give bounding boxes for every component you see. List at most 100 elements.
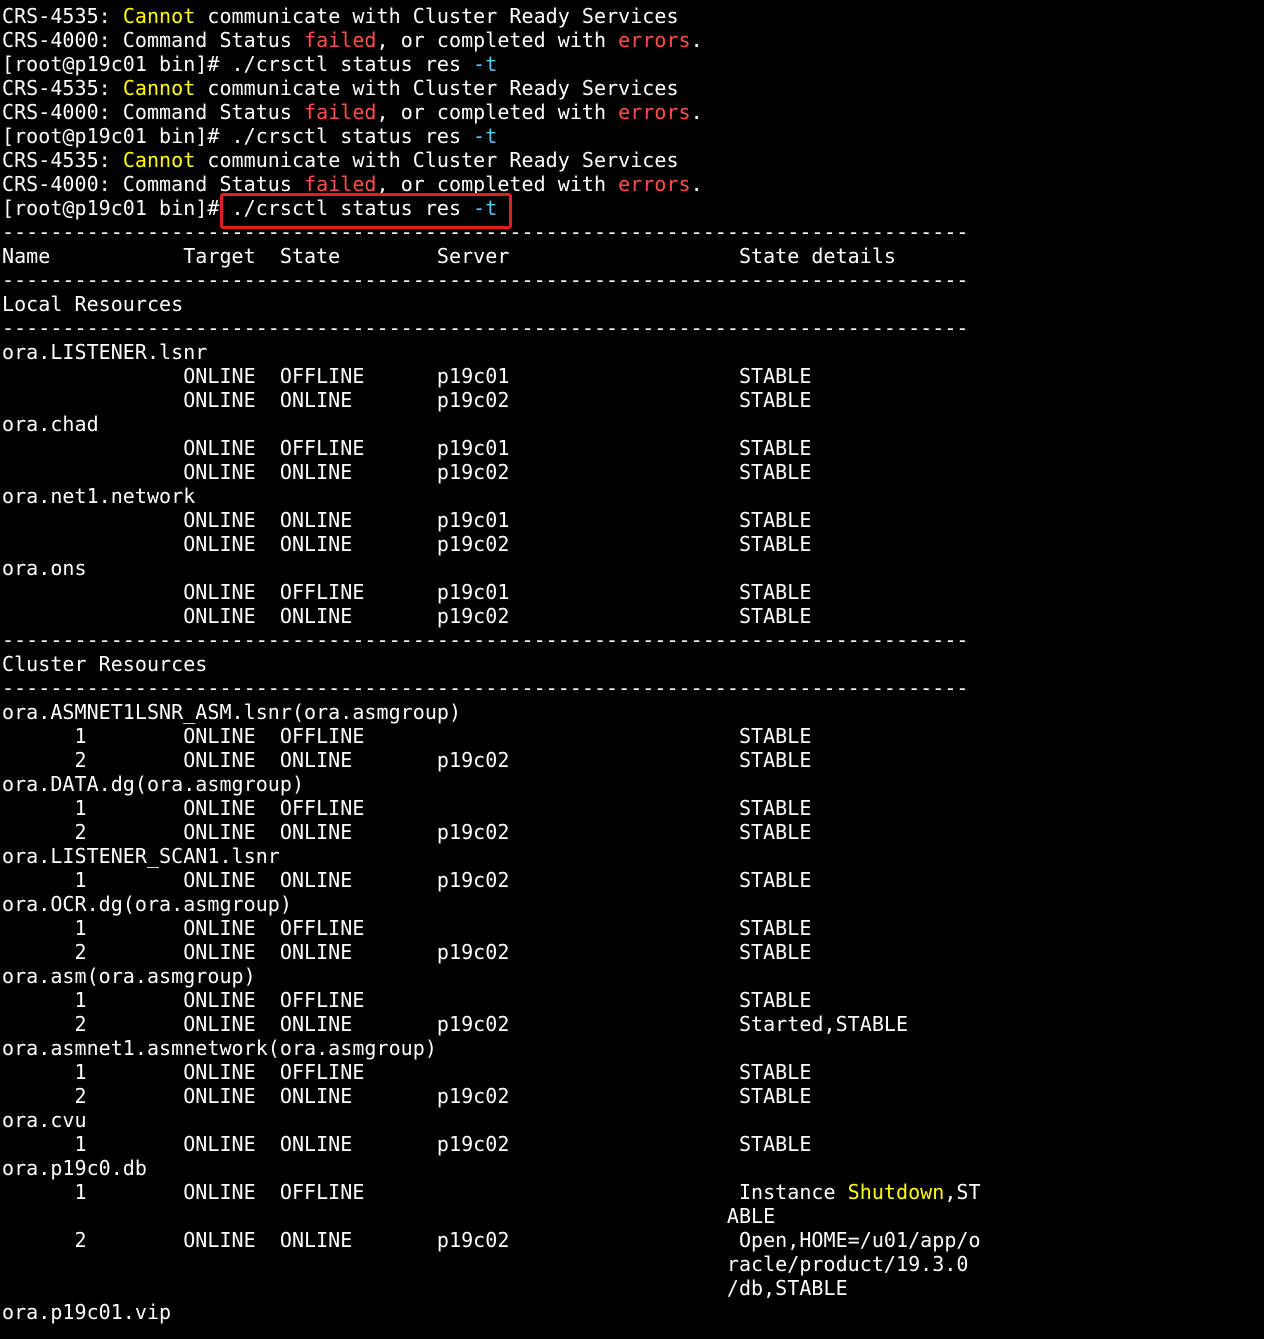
terminal-text-segment: ora.asm(ora.asmgroup)	[2, 964, 256, 988]
terminal-line: Name Target State Server State details	[2, 244, 1264, 268]
terminal-text-segment: errors	[618, 172, 691, 196]
terminal-text-segment: 2 ONLINE ONLINE p19c02 STABLE	[2, 940, 812, 964]
terminal-text-segment: failed	[304, 100, 377, 124]
terminal-text-segment: ora.LISTENER.lsnr	[2, 340, 208, 364]
terminal-text-segment: 2 ONLINE ONLINE p19c02 STABLE	[2, 748, 812, 772]
terminal-line: ora.ons	[2, 556, 1264, 580]
terminal-text-segment: ,ST	[944, 1180, 981, 1204]
terminal-line: 2 ONLINE ONLINE p19c02 Started,STABLE	[2, 1012, 1264, 1036]
terminal-line: 2 ONLINE ONLINE p19c02 STABLE	[2, 940, 1264, 964]
terminal-text-segment: ONLINE OFFLINE p19c01 STABLE	[2, 436, 812, 460]
terminal-line: 1 ONLINE OFFLINE STABLE	[2, 988, 1264, 1012]
terminal-line: /db,STABLE	[2, 1276, 1264, 1300]
terminal-line: 1 ONLINE ONLINE p19c02 STABLE	[2, 868, 1264, 892]
terminal-text-segment: ONLINE ONLINE p19c02 STABLE	[2, 388, 812, 412]
terminal-line: 1 ONLINE OFFLINE STABLE	[2, 796, 1264, 820]
terminal-line: Cluster Resources	[2, 652, 1264, 676]
terminal-line: ONLINE ONLINE p19c02 STABLE	[2, 532, 1264, 556]
terminal-line: Local Resources	[2, 292, 1264, 316]
terminal-text-segment: ora.ons	[2, 556, 87, 580]
terminal-text-segment: ora.p19c01.vip	[2, 1300, 172, 1324]
terminal-text-segment: Cannot	[122, 4, 196, 28]
terminal-text-segment: ----------------------------------------…	[2, 676, 969, 700]
terminal-line: 1 ONLINE OFFLINE STABLE	[2, 1060, 1264, 1084]
terminal-text-segment: 2 ONLINE ONLINE p19c02 Open,HOME=/u01/ap…	[2, 1228, 981, 1252]
terminal-window[interactable]: CRS-4535: Cannot communicate with Cluste…	[0, 0, 1264, 1339]
terminal-line: ora.LISTENER_SCAN1.lsnr	[2, 844, 1264, 868]
terminal-line: ora.LISTENER.lsnr	[2, 340, 1264, 364]
terminal-line: racle/product/19.3.0	[2, 1252, 1264, 1276]
terminal-text-segment: ----------------------------------------…	[2, 628, 969, 652]
terminal-text-segment: 1 ONLINE ONLINE p19c02 STABLE	[2, 868, 812, 892]
terminal-line: [root@p19c01 bin]# ./crsctl status res -…	[2, 52, 1264, 76]
terminal-line: ora.p19c0.db	[2, 1156, 1264, 1180]
terminal-text-segment: Name Target State Server State details	[2, 244, 896, 268]
terminal-text-segment: ora.LISTENER_SCAN1.lsnr	[2, 844, 280, 868]
terminal-line: ONLINE ONLINE p19c02 STABLE	[2, 388, 1264, 412]
terminal-text-segment: 1 ONLINE OFFLINE STABLE	[2, 988, 812, 1012]
terminal-line: ABLE	[2, 1204, 1264, 1228]
terminal-text-segment: 1 ONLINE OFFLINE STABLE	[2, 724, 812, 748]
terminal-line: CRS-4535: Cannot communicate with Cluste…	[2, 148, 1264, 172]
terminal-line: ----------------------------------------…	[2, 268, 1264, 292]
terminal-line: ----------------------------------------…	[2, 676, 1264, 700]
terminal-line: ora.asm(ora.asmgroup)	[2, 964, 1264, 988]
terminal-text-segment: CRS-4535:	[2, 76, 123, 100]
terminal-line: 2 ONLINE ONLINE p19c02 STABLE	[2, 820, 1264, 844]
terminal-text-segment: Cluster Resources	[2, 652, 208, 676]
terminal-text-segment: ora.DATA.dg(ora.asmgroup)	[2, 772, 305, 796]
terminal-line: [root@p19c01 bin]# ./crsctl status res -…	[2, 124, 1264, 148]
terminal-line: ----------------------------------------…	[2, 628, 1264, 652]
terminal-line: CRS-4535: Cannot communicate with Cluste…	[2, 4, 1264, 28]
terminal-line: 1 ONLINE ONLINE p19c02 STABLE	[2, 1132, 1264, 1156]
terminal-text-segment: 1 ONLINE OFFLINE STABLE	[2, 1060, 812, 1084]
terminal-line: ora.OCR.dg(ora.asmgroup)	[2, 892, 1264, 916]
terminal-text-segment: ONLINE OFFLINE p19c01 STABLE	[2, 364, 812, 388]
terminal-text-segment: communicate with Cluster Ready Services	[195, 76, 679, 100]
terminal-text-segment: ONLINE ONLINE p19c02 STABLE	[2, 460, 812, 484]
terminal-text-segment: 1 ONLINE OFFLINE STABLE	[2, 796, 812, 820]
terminal-text-segment: ora.p19c0.db	[2, 1156, 147, 1180]
terminal-line: 2 ONLINE ONLINE p19c02 STABLE	[2, 748, 1264, 772]
terminal-line: ora.asmnet1.asmnetwork(ora.asmgroup)	[2, 1036, 1264, 1060]
terminal-text-segment: , or completed with	[376, 172, 619, 196]
terminal-text-segment: ----------------------------------------…	[2, 220, 969, 244]
terminal-line: CRS-4000: Command Status failed, or comp…	[2, 28, 1264, 52]
terminal-text-segment: .	[690, 28, 703, 52]
terminal-text-segment: Shutdown	[847, 1180, 945, 1204]
terminal-text-segment: Cannot	[122, 148, 196, 172]
terminal-line: ora.cvu	[2, 1108, 1264, 1132]
terminal-text-segment: -t	[473, 196, 498, 220]
terminal-line: ora.p19c01.vip	[2, 1300, 1264, 1324]
terminal-text-segment: ----------------------------------------…	[2, 316, 969, 340]
terminal-text-segment: failed	[304, 172, 377, 196]
terminal-text-segment: ora.cvu	[2, 1108, 87, 1132]
terminal-text-segment: ONLINE ONLINE p19c01 STABLE	[2, 508, 812, 532]
terminal-line: ONLINE ONLINE p19c02 STABLE	[2, 460, 1264, 484]
terminal-line: 1 ONLINE OFFLINE Instance Shutdown,ST	[2, 1180, 1264, 1204]
terminal-text-segment: racle/product/19.3.0	[2, 1252, 969, 1276]
terminal-text-segment: -t	[473, 124, 498, 148]
terminal-line: [root@p19c01 bin]# ./crsctl status res -…	[2, 196, 1264, 220]
terminal-text-segment: , or completed with	[376, 100, 619, 124]
terminal-line: ONLINE ONLINE p19c02 STABLE	[2, 604, 1264, 628]
terminal-line: CRS-4535: Cannot communicate with Cluste…	[2, 76, 1264, 100]
terminal-line: 1 ONLINE OFFLINE STABLE	[2, 724, 1264, 748]
terminal-text-segment: ora.asmnet1.asmnetwork(ora.asmgroup)	[2, 1036, 437, 1060]
terminal-text-segment: CRS-4000: Command Status	[2, 100, 305, 124]
terminal-output: CRS-4535: Cannot communicate with Cluste…	[2, 4, 1264, 1324]
terminal-text-segment: ONLINE ONLINE p19c02 STABLE	[2, 532, 812, 556]
terminal-text-segment: 1 ONLINE ONLINE p19c02 STABLE	[2, 1132, 812, 1156]
terminal-line: ----------------------------------------…	[2, 220, 1264, 244]
terminal-text-segment: ONLINE ONLINE p19c02 STABLE	[2, 604, 812, 628]
terminal-text-segment: ----------------------------------------…	[2, 268, 969, 292]
terminal-line: ora.chad	[2, 412, 1264, 436]
terminal-text-segment: errors	[618, 100, 691, 124]
terminal-text-segment: 2 ONLINE ONLINE p19c02 Started,STABLE	[2, 1012, 909, 1036]
terminal-text-segment: ora.ASMNET1LSNR_ASM.lsnr(ora.asmgroup)	[2, 700, 462, 724]
terminal-text-segment: failed	[304, 28, 377, 52]
terminal-text-segment: .	[690, 172, 703, 196]
terminal-text-segment: CRS-4535:	[2, 148, 123, 172]
terminal-line: CRS-4000: Command Status failed, or comp…	[2, 100, 1264, 124]
terminal-line: ONLINE OFFLINE p19c01 STABLE	[2, 580, 1264, 604]
